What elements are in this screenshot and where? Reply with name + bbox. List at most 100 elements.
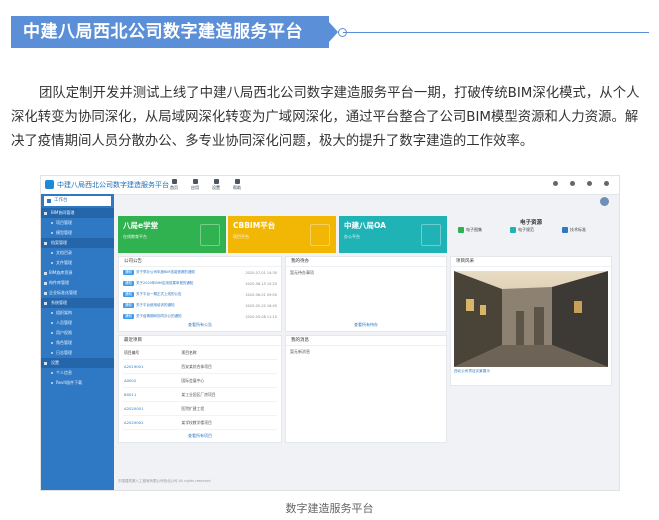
project-photo[interactable] xyxy=(454,271,608,367)
project-code[interactable]: A2020001 xyxy=(123,401,181,416)
notice-row[interactable]: 通知 关于2020年BIM应用成果申报的通知 2020-06-15 10:20 xyxy=(119,278,281,289)
resource-button[interactable]: 电子规范 xyxy=(510,227,534,233)
sidebar-item[interactable]: 文件管理 xyxy=(41,258,114,268)
table-row[interactable]: A0002 国际会展中心 xyxy=(123,373,277,388)
column-header: 项目编号 xyxy=(123,347,181,360)
project-name: 国际会展中心 xyxy=(180,373,277,388)
body-paragraph: 团队定制开发并测试上线了中建八局西北公司数字建造服务平台一期，打破传统BIM深化… xyxy=(11,86,640,149)
sidebar-item[interactable]: 日志管理 xyxy=(41,348,114,358)
resource-button[interactable]: 电子图集 xyxy=(458,227,482,233)
book-icon xyxy=(562,227,568,233)
view-all-projects-link[interactable]: 查看所有项目 xyxy=(119,433,281,439)
sidebar-item[interactable]: Revit插件下载 xyxy=(41,378,114,388)
view-all-notices-link[interactable]: 查看所有公告 xyxy=(119,322,281,328)
table-row[interactable]: A2020002 某学校教学楼项目 xyxy=(123,415,277,430)
project-table: 项目编号 项目名称 A2019001 西安某综合体项目 A0002 国际会展中心 B00… xyxy=(123,347,277,430)
tile-elearning[interactable]: 八局e学堂 在线教育平台 xyxy=(118,216,226,253)
sidebar-item[interactable]: 档案管理 xyxy=(41,238,114,248)
avatar[interactable] xyxy=(600,197,609,206)
fullscreen-icon[interactable] xyxy=(553,181,558,186)
sidebar-item[interactable]: BIM族库资源 xyxy=(41,268,114,278)
network-icon xyxy=(310,224,330,246)
project-code[interactable]: B0011 xyxy=(123,387,181,402)
todo-empty-text: 暂无待办事项 xyxy=(290,270,314,275)
top-nav-label: 设置 xyxy=(212,185,220,190)
project-code[interactable]: A2020002 xyxy=(123,415,181,430)
sidebar-item[interactable]: 项目管理 xyxy=(41,218,114,228)
notice-row[interactable]: 通知 关于举办公司年度BIM技能竞赛的通知 2020-07-01 14:30 xyxy=(119,267,281,278)
notice-text: 关于疫情期间协同办公的通知 xyxy=(136,314,182,318)
book-icon xyxy=(510,227,516,233)
street-photo-illustration xyxy=(454,271,608,367)
photo-caption[interactable]: 西北公司项目实景展示 xyxy=(454,369,490,374)
bell-icon[interactable] xyxy=(570,181,575,186)
panel-title: 公司公告 xyxy=(119,257,281,267)
notice-panel: 公司公告 通知 关于举办公司年度BIM技能竞赛的通知 2020-07-01 14:3… xyxy=(118,256,282,332)
section-heading: 中建八局西北公司数字建造服务平台 xyxy=(11,16,329,48)
tile-oa[interactable]: 中建八局OA 办公平台 xyxy=(339,216,447,253)
resource-label: 技术标准 xyxy=(570,227,586,232)
column-header: 项目名称 xyxy=(180,347,277,360)
top-nav-settings[interactable]: 设置 xyxy=(210,179,222,191)
notice-date: 2020-05-08 11:10 xyxy=(245,314,277,319)
notice-row[interactable]: 通知 关于平台使用培训的通知 2020-05-20 16:45 xyxy=(119,300,281,311)
view-all-todos-link[interactable]: 查看所有待办 xyxy=(286,322,446,328)
home-icon xyxy=(171,179,177,184)
table-row[interactable]: A2020001 医院扩建工程 xyxy=(123,401,277,416)
notice-tag: 通知 xyxy=(123,270,134,275)
top-nav-label: 首页 xyxy=(170,185,178,190)
gear-icon xyxy=(213,179,219,184)
tile-cbbim[interactable]: CBBIM平台 项目平台 xyxy=(228,216,336,253)
briefcase-icon xyxy=(421,224,441,246)
resource-title: 电子资源 xyxy=(519,220,542,226)
table-row[interactable]: A2019001 西安某综合体项目 xyxy=(123,359,277,374)
project-panel: 最近项目 项目编号 项目名称 A2019001 西安某综合体项目 A0002 国际会展… xyxy=(118,335,282,443)
sidebar-item[interactable]: 文档目录 xyxy=(41,248,114,258)
notice-date: 2020-07-01 14:30 xyxy=(245,270,277,275)
user-menu-icon[interactable] xyxy=(587,181,592,186)
sidebar-item[interactable]: 角色管理 xyxy=(41,338,114,348)
notice-tag: 通知 xyxy=(123,281,134,286)
sidebar-item[interactable]: 设置 xyxy=(41,358,114,368)
notice-tag: 通知 xyxy=(123,292,134,297)
sidebar-item[interactable]: BIM协同管理 xyxy=(41,208,114,218)
resource-button[interactable]: 技术标准 xyxy=(562,227,586,233)
top-nav-home[interactable]: 首页 xyxy=(168,179,180,191)
message-empty-text: 暂无新消息 xyxy=(290,349,310,354)
notice-text: 关于平台使用培训的通知 xyxy=(136,303,175,307)
figure-caption: 数字建造服务平台 xyxy=(285,502,374,515)
sidebar-item[interactable]: 企业标准化管理 xyxy=(41,288,114,298)
top-nav-help[interactable]: 帮助 xyxy=(231,179,243,191)
heading-arrow xyxy=(329,22,338,42)
sidebar-item-workbench[interactable]: 工作台 xyxy=(44,196,111,206)
top-nav-label: 应用 xyxy=(191,185,199,190)
notice-text: 关于2020年BIM应用成果申报的通知 xyxy=(136,281,194,285)
panel-title: 我的待办 xyxy=(286,257,446,267)
app-top-bar: 中建八局西北公司数字建造服务平台 首页 应用 设置 帮助 xyxy=(41,176,619,195)
photo-panel: 项目风采 西北公司项目实景展示 xyxy=(450,256,612,386)
sidebar-item[interactable]: 人员管理 xyxy=(41,318,114,328)
notice-row[interactable]: 通知 关于平台一期正式上线的公告 2020-06-01 09:00 xyxy=(119,289,281,300)
top-nav-apps[interactable]: 应用 xyxy=(189,179,201,191)
app-footer: 中国建筑第八工程局有限公司西北公司 All rights reserved xyxy=(118,479,211,483)
panel-title: 我的消息 xyxy=(286,336,446,346)
notice-date: 2020-06-01 09:00 xyxy=(245,292,277,297)
sidebar-item[interactable]: 组织架构 xyxy=(41,308,114,318)
notice-row[interactable]: 通知 关于疫情期间协同办公的通知 2020-05-08 11:10 xyxy=(119,311,281,322)
panel-title: 最近项目 xyxy=(119,336,281,346)
sidebar-item[interactable]: 用户权限 xyxy=(41,328,114,338)
sidebar-item[interactable]: 系统管理 xyxy=(41,298,114,308)
project-code[interactable]: A2019001 xyxy=(123,359,181,374)
sidebar-item[interactable]: 模型管理 xyxy=(41,228,114,238)
graduation-cap-icon xyxy=(200,224,220,246)
project-name: 某学校教学楼项目 xyxy=(180,415,277,430)
sidebar-item[interactable]: 个人信息 xyxy=(41,368,114,378)
sidebar-item[interactable]: 构件库管理 xyxy=(41,278,114,288)
notice-tag: 通知 xyxy=(123,303,134,308)
sidebar: 工作台 BIM协同管理 项目管理 模型管理 档案管理 文档目录 文件管理 BIM族库资源 构件… xyxy=(41,194,114,490)
power-icon[interactable] xyxy=(604,181,609,186)
top-nav: 首页 应用 设置 帮助 xyxy=(168,179,243,191)
project-code[interactable]: A0002 xyxy=(123,373,181,388)
project-name: 医院扩建工程 xyxy=(180,401,277,416)
table-row[interactable]: B0011 某工业园区厂房项目 xyxy=(123,387,277,402)
